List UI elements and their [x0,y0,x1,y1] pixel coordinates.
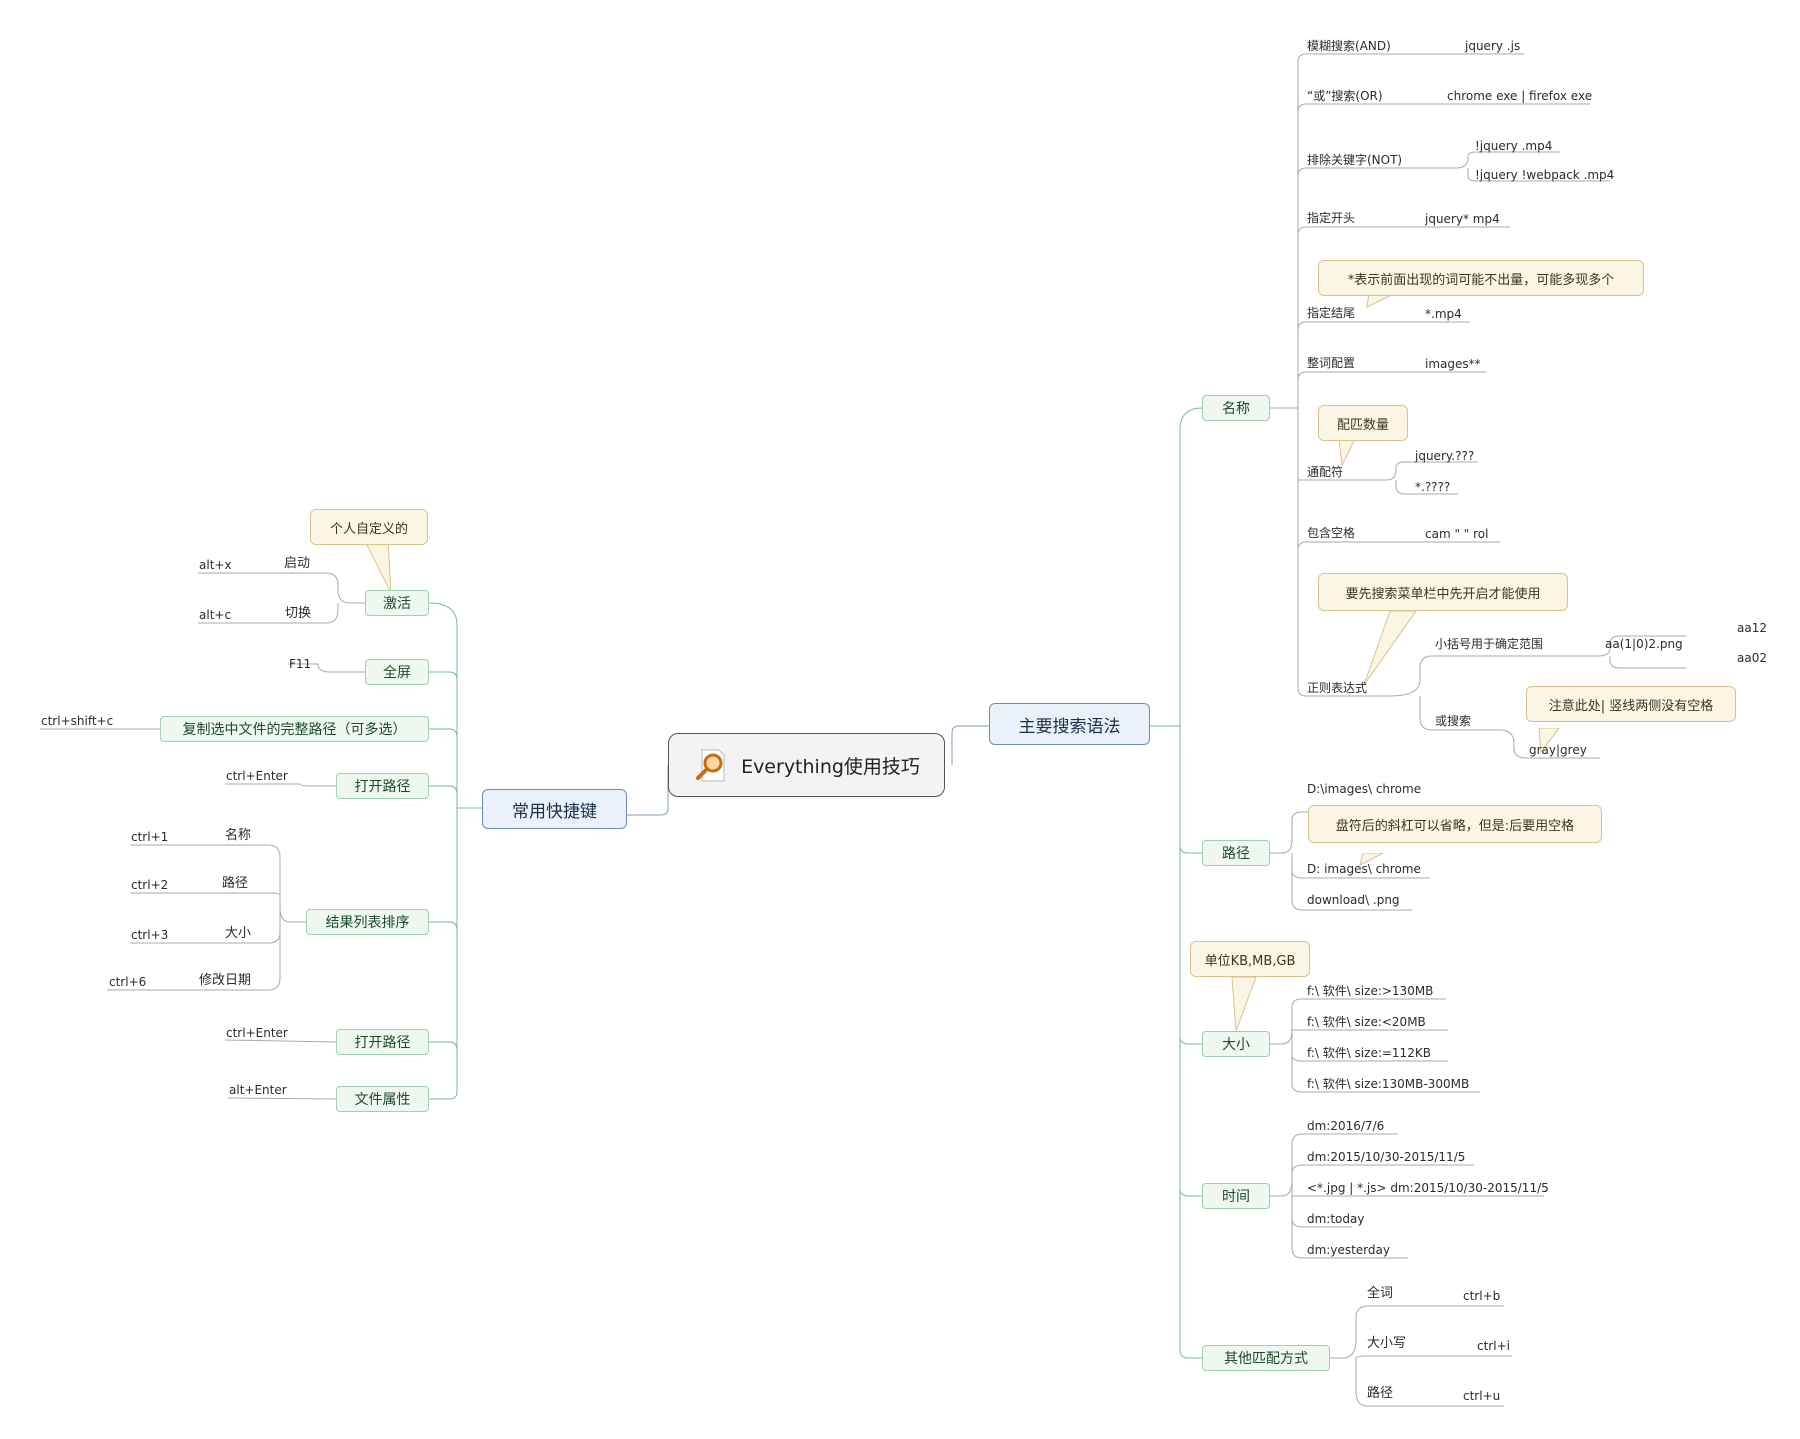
time-example: <*.jpg | *.js> dm:2015/10/30-2015/11/5 [1307,1181,1549,1195]
syntax-label: 包含空格 [1307,526,1356,540]
activate-node[interactable]: 激活 [365,590,429,616]
syntax-result: aa12 [1737,621,1767,635]
callout-tail [364,541,392,594]
central-topic-title: Everything使用技巧 [741,755,920,778]
name-node[interactable]: 名称 [1202,395,1270,421]
file-properties-node[interactable]: 文件属性 [336,1086,429,1112]
size-example: f:\ 软件\ size:>130MB [1307,984,1434,998]
count-note-callout: 配匹数量 [1318,405,1408,441]
shortcut-key: ctrl+Enter [226,1026,288,1040]
syntax-label: 模糊搜索(AND) [1307,39,1391,53]
time-example: dm:yesterday [1307,1243,1390,1257]
shortcut-key: ctrl+Enter [226,769,288,783]
star-note-callout: *表示前面出现的词可能不出量，可能多现多个 [1318,260,1644,296]
size-unit-callout: 单位KB,MB,GB [1190,941,1310,977]
shortcut-name: 名称 [225,828,252,843]
path-example: D:\images\ chrome [1307,782,1422,796]
size-example: f:\ 软件\ size:=112KB [1307,1046,1431,1060]
path-example: D: images\ chrome [1307,862,1421,876]
syntax-example: gray|grey [1529,743,1587,757]
match-option-key: ctrl+b [1463,1289,1501,1303]
syntax-label: 排除关键字(NOT) [1307,153,1403,167]
path-note-callout: 盘符后的斜杠可以省略，但是:后要用空格 [1308,805,1602,843]
sort-results-node[interactable]: 结果列表排序 [306,909,429,935]
shortcut-key: ctrl+2 [131,878,169,892]
shortcut-key: alt+Enter [229,1083,287,1097]
callout-tail [1338,439,1356,467]
shortcut-name: 启动 [284,556,311,571]
syntax-label: “或”搜索(OR) [1307,89,1383,103]
copy-path-node[interactable]: 复制选中文件的完整路径（可多选） [160,716,429,742]
syntax-label: 正则表达式 [1307,681,1368,695]
syntax-example: jquery* mp4 [1425,212,1500,226]
open-path-node-2[interactable]: 打开路径 [336,1029,429,1055]
syntax-label: 通配符 [1307,465,1344,479]
syntax-example: chrome exe | firefox exe [1447,89,1593,103]
size-node[interactable]: 大小 [1202,1031,1270,1057]
fullscreen-node[interactable]: 全屏 [365,659,429,685]
other-match-node[interactable]: 其他匹配方式 [1202,1345,1330,1371]
syntax-example: jquery .js [1465,39,1521,53]
syntax-example: jquery.??? [1415,449,1475,463]
syntax-result: aa02 [1737,651,1767,665]
syntax-label: 小括号用于确定范围 [1435,637,1544,651]
path-node[interactable]: 路径 [1202,840,1270,866]
shortcut-key: alt+c [199,608,232,622]
activate-note: 个人自定义的 [310,509,428,545]
shortcut-name: 修改日期 [199,973,252,988]
syntax-label: 指定结尾 [1307,306,1356,320]
size-example: f:\ 软件\ size:130MB-300MB [1307,1077,1470,1091]
time-node[interactable]: 时间 [1202,1183,1270,1209]
match-option-name: 大小写 [1367,1336,1407,1351]
shortcut-key: ctrl+3 [131,928,169,942]
syntax-example: !jquery .mp4 [1475,139,1553,153]
syntax-example: *.???? [1415,480,1451,494]
callout-tail [1231,977,1257,1032]
shortcut-key: ctrl+shift+c [41,714,114,728]
match-option-name: 路径 [1367,1386,1394,1401]
match-option-key: ctrl+i [1477,1339,1510,1353]
syntax-example: *.mp4 [1425,307,1462,321]
shortcut-name: 切换 [285,606,312,621]
callout-tail [1363,611,1417,686]
syntax-label: 整词配置 [1307,356,1356,370]
time-example: dm:2016/7/6 [1307,1119,1385,1133]
pipe-note-callout: 注意此处| 竖线两侧没有空格 [1526,686,1736,722]
shortcut-key: alt+x [199,558,232,572]
syntax-example: cam " " rol [1425,527,1489,541]
path-example: download\ .png [1307,893,1400,907]
open-path-node[interactable]: 打开路径 [336,773,429,799]
shortcut-name: 路径 [222,876,249,891]
syntax-label: 指定开头 [1307,211,1356,225]
shortcut-key: ctrl+6 [109,975,147,989]
regex-note-callout: 要先搜索菜单栏中先开启才能使用 [1318,573,1568,611]
shortcut-name: 大小 [225,926,252,941]
size-example: f:\ 软件\ size:<20MB [1307,1015,1426,1029]
shortcut-key: F11 [289,657,312,671]
shortcuts-branch[interactable]: 常用快捷键 [482,789,627,829]
shortcut-key: ctrl+1 [131,830,169,844]
magnifier-icon [693,747,729,783]
syntax-example: !jquery !webpack .mp4 [1475,168,1615,182]
match-option-key: ctrl+u [1463,1389,1501,1403]
match-option-name: 全词 [1367,1286,1394,1301]
syntax-example: aa(1|0)2.png [1605,637,1683,651]
syntax-example: images** [1425,357,1481,371]
time-example: dm:2015/10/30-2015/11/5 [1307,1150,1466,1164]
search-syntax-branch[interactable]: 主要搜索语法 [989,703,1150,745]
central-topic[interactable]: Everything使用技巧 [668,733,945,797]
time-example: dm:today [1307,1212,1365,1226]
syntax-label: 或搜索 [1435,714,1472,728]
